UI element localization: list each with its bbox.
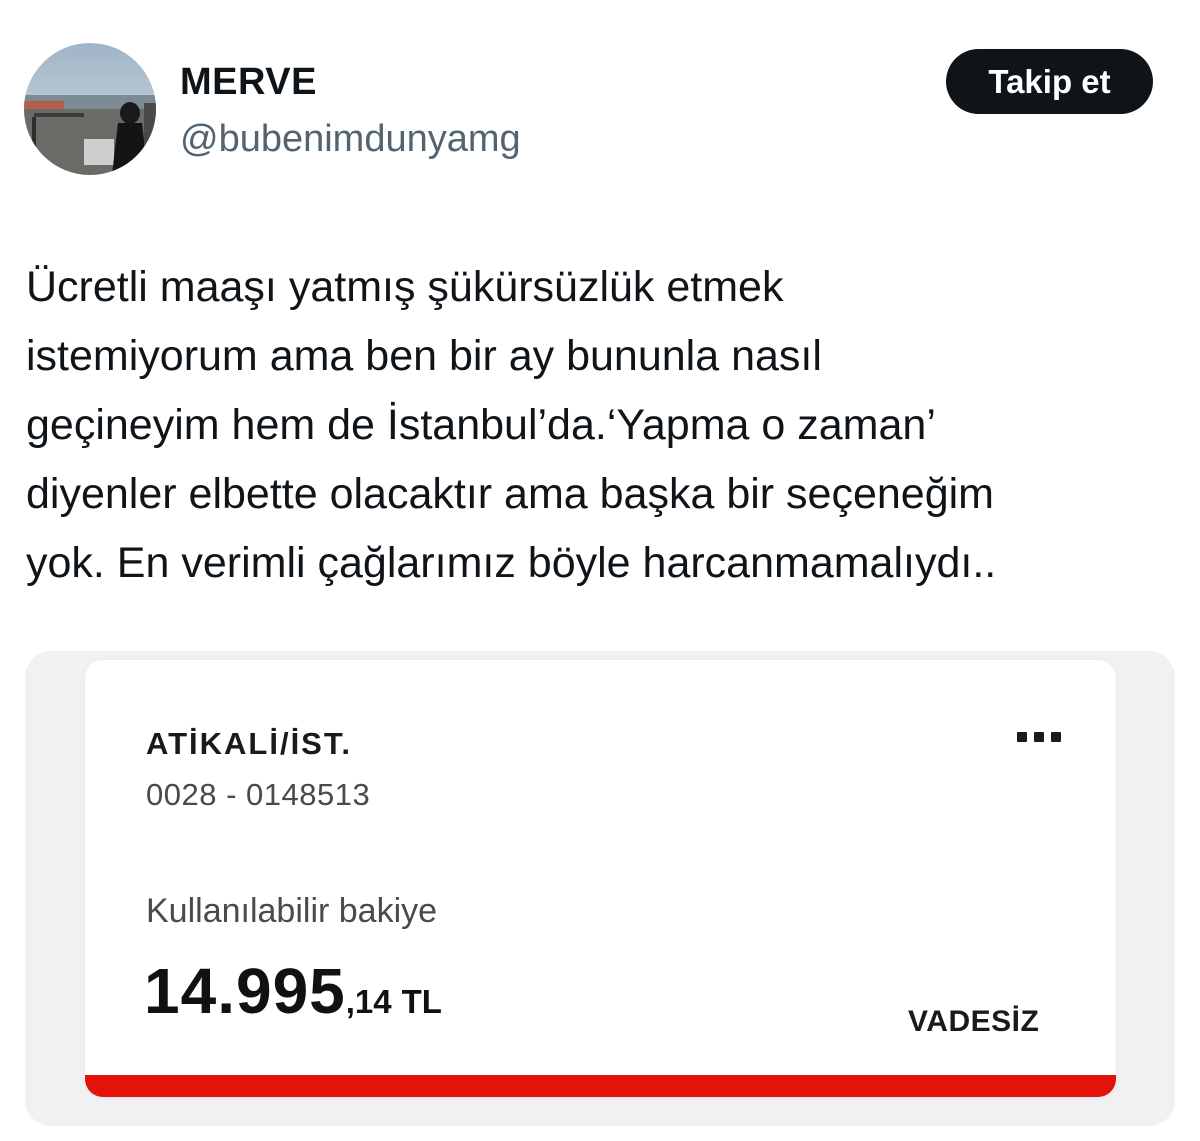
tweet-line: Ücretli maaşı yatmış şükürsüzlük etmek — [26, 263, 784, 311]
avatar[interactable] — [24, 43, 156, 175]
balance-label: Kullanılabilir bakiye — [146, 892, 438, 930]
balance-amount: 14.995,14 TL — [144, 954, 442, 1028]
tweet-line: geçineyim hem de İstanbul’da.‘Yapma o za… — [26, 401, 936, 449]
tweet-media[interactable]: ATİKALİ/İST. 0028 - 0148513 Kullanılabil… — [25, 651, 1175, 1126]
card-accent-bar — [85, 1075, 1116, 1097]
bank-account-card: ATİKALİ/İST. 0028 - 0148513 Kullanılabil… — [85, 660, 1116, 1097]
balance-main: 14.995 — [144, 955, 346, 1027]
profile-photo-icon — [24, 43, 156, 175]
user-handle[interactable]: @bubenimdunyamg — [180, 115, 521, 163]
branch-name: ATİKALİ/İST. — [146, 726, 352, 761]
account-number: 0028 - 0148513 — [146, 777, 371, 812]
balance-currency: TL — [401, 983, 442, 1020]
tweet-line: yok. En verimli çağlarımız böyle harcanm… — [26, 539, 997, 587]
tweet-line: diyenler elbette olacaktır ama başka bir… — [26, 470, 995, 518]
balance-decimals: ,14 — [345, 983, 392, 1020]
tweet-text: Ücretli maaşı yatmış şükürsüzlük etmek i… — [26, 253, 1186, 598]
display-name[interactable]: MERVE — [180, 58, 317, 106]
follow-button[interactable]: Takip et — [946, 49, 1153, 114]
tweet-line: istemiyorum ama ben bir ay bununla nasıl — [26, 332, 822, 380]
account-type: VADESİZ — [908, 1005, 1040, 1038]
more-dots-icon — [1017, 732, 1067, 748]
